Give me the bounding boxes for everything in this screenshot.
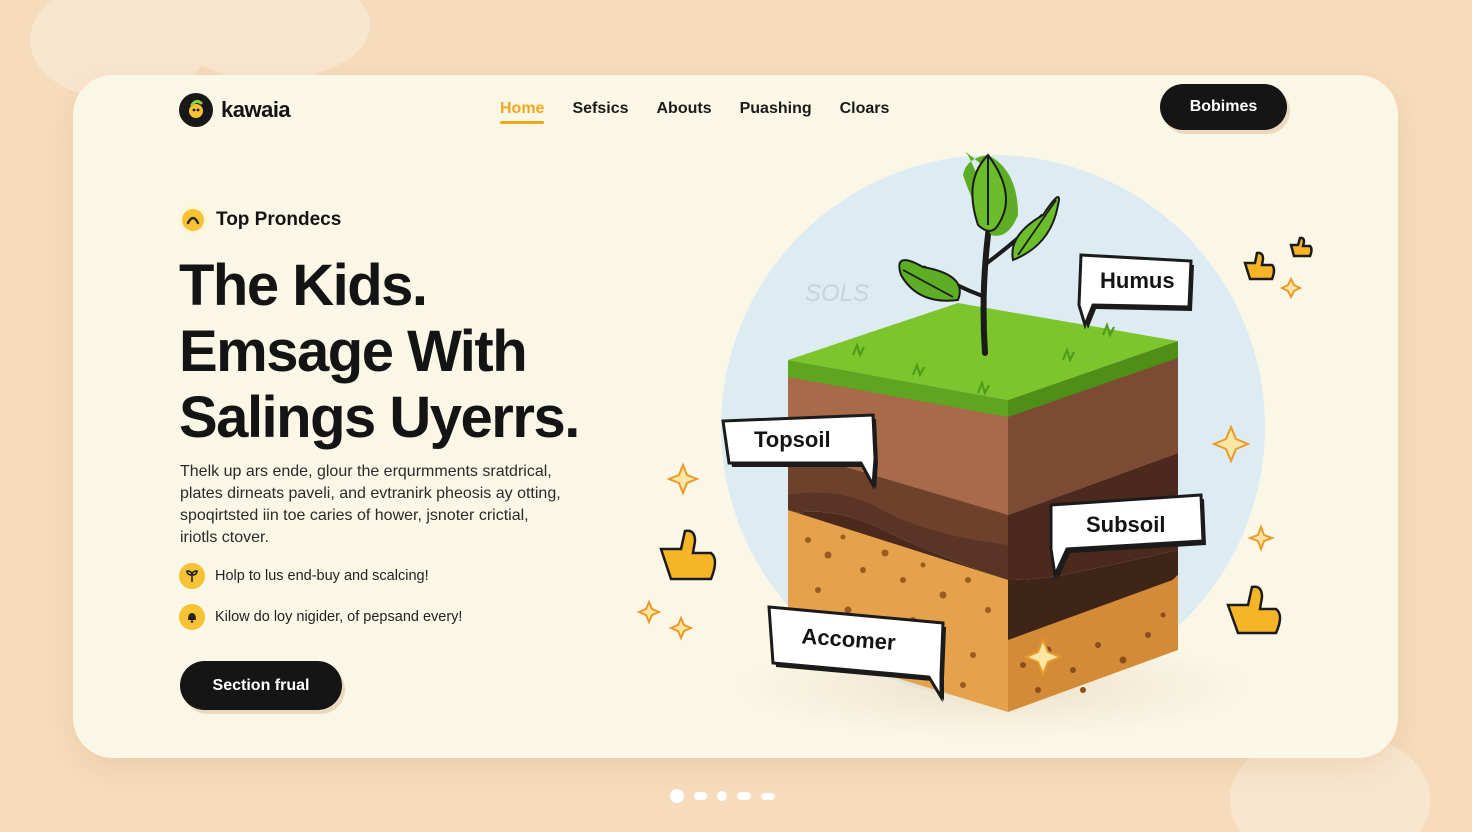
label-humus[interactable]: Humus bbox=[1077, 253, 1194, 330]
label-topsoil[interactable]: Topsoil bbox=[721, 413, 878, 491]
feature-item: Holp to lus end-buy and scalcing! bbox=[179, 563, 429, 589]
smile-icon bbox=[178, 205, 208, 235]
sapling bbox=[898, 152, 1060, 356]
pagination-dot[interactable] bbox=[694, 792, 707, 800]
header-cta-button[interactable]: Bobimes bbox=[1160, 84, 1287, 130]
label-subsoil[interactable]: Subsoil bbox=[1049, 493, 1206, 581]
carousel-pagination bbox=[670, 789, 775, 803]
label-subsoil-text: Subsoil bbox=[1086, 512, 1165, 537]
description-line: Thelk up ars ende, glour the erqurmments… bbox=[180, 463, 552, 480]
label-humus-text: Humus bbox=[1100, 268, 1175, 293]
nav-item-puashing[interactable]: Puashing bbox=[740, 100, 812, 122]
headline-line: Emsage With bbox=[179, 319, 528, 384]
main-nav: Home Sefsics Abouts Puashing Cloars bbox=[500, 100, 890, 124]
hero-description: Thelk up ars ende, glour the erqurmments… bbox=[180, 461, 600, 549]
eyebrow: Top Prondecs bbox=[178, 205, 341, 235]
background-blob bbox=[170, 0, 370, 80]
feature-item: Kilow do loy nigider, of pepsand every! bbox=[179, 604, 462, 630]
label-topsoil-text: Topsoil bbox=[754, 427, 831, 452]
pagination-dot[interactable] bbox=[737, 792, 751, 800]
section-cta-button[interactable]: Section frual bbox=[180, 661, 342, 710]
sprout-icon bbox=[179, 563, 205, 589]
hero-card: kawaia Home Sefsics Abouts Puashing Cloa… bbox=[73, 75, 1398, 758]
feature-text: Kilow do loy nigider, of pepsand every! bbox=[215, 609, 463, 625]
label-accomer[interactable]: Accomer bbox=[767, 605, 946, 703]
eyebrow-text: Top Prondecs bbox=[216, 209, 342, 230]
bell-icon bbox=[179, 604, 205, 630]
pagination-dot[interactable] bbox=[717, 791, 727, 801]
headline-line: Salings Uyerrs. bbox=[179, 385, 580, 450]
logo-icon bbox=[179, 93, 213, 127]
brand-logo[interactable]: kawaia bbox=[179, 93, 291, 127]
feature-text: Holp to lus end-buy and scalcing! bbox=[215, 568, 429, 584]
page-title: The Kids. Emsage With Salings Uyerrs. bbox=[179, 253, 659, 451]
brand-name: kawaia bbox=[221, 97, 291, 122]
headline-line: The Kids. bbox=[179, 253, 428, 318]
sparkle-icon bbox=[636, 276, 1303, 677]
watermark-text: SOLS bbox=[805, 280, 869, 307]
pagination-dot-active[interactable] bbox=[670, 789, 684, 803]
description-line: plates dirneats paveli, and evtranirk ph… bbox=[180, 485, 561, 502]
nav-item-sefsics[interactable]: Sefsics bbox=[572, 100, 628, 122]
description-line: iriotls ctover. bbox=[180, 529, 269, 546]
description-line: spoqirtsted iin toe caries of hower, jsn… bbox=[180, 507, 529, 524]
nav-item-cloars[interactable]: Cloars bbox=[840, 100, 890, 122]
pagination-dot[interactable] bbox=[761, 792, 775, 800]
nav-item-abouts[interactable]: Abouts bbox=[657, 100, 712, 122]
nav-item-home[interactable]: Home bbox=[500, 100, 545, 124]
